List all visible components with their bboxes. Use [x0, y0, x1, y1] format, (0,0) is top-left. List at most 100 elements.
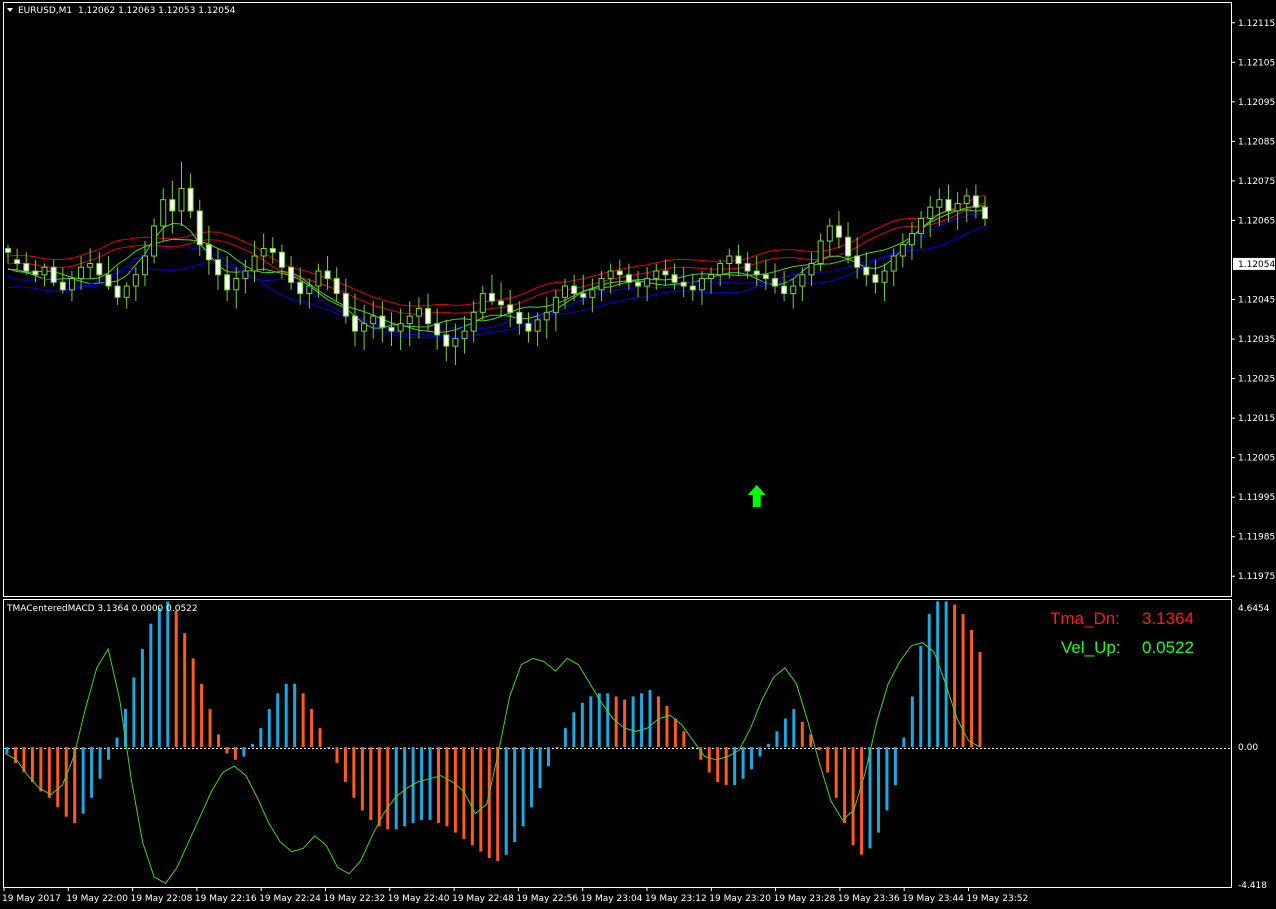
- price-tick-label: 1.11995: [1238, 493, 1275, 503]
- histogram-bar-up: [648, 690, 652, 748]
- price-axis: 1.12115 1.12105 1.12095 1.12085 1.12075 1.120…: [1231, 19, 1275, 582]
- bull-candle: [698, 278, 705, 291]
- histogram-bar-up: [766, 743, 770, 748]
- bear-candle: [945, 199, 952, 212]
- histogram-bar-up: [868, 747, 872, 849]
- bull-candle: [87, 263, 94, 268]
- histogram-bar-down: [800, 721, 804, 748]
- histogram-bar-up: [750, 747, 754, 770]
- bear-candle: [297, 281, 304, 295]
- histogram-bar-up: [276, 693, 280, 748]
- bull-candle: [963, 195, 970, 204]
- histogram-bar-up: [792, 709, 796, 748]
- bull-candle: [470, 311, 477, 332]
- bull-candle: [790, 285, 797, 295]
- bull-candle: [607, 270, 614, 280]
- bull-candle: [68, 278, 75, 291]
- histogram-bar-down: [30, 747, 34, 782]
- bull-candle: [370, 315, 377, 325]
- histogram-bar-down: [225, 747, 229, 754]
- bear-candle: [771, 278, 778, 287]
- time-tick-label: 19 May 23:44: [902, 894, 964, 904]
- histogram-bar-down: [673, 718, 677, 748]
- bull-candle: [890, 255, 897, 272]
- price-tick-label: 1.12105: [1238, 58, 1275, 68]
- histogram-bar-down: [487, 747, 491, 858]
- bull-candle: [78, 266, 85, 280]
- histogram-bar-up: [530, 747, 534, 808]
- histogram-bar-up: [944, 601, 948, 748]
- bull-candle: [132, 274, 139, 287]
- bull-candle: [936, 199, 943, 208]
- histogram-bar-up: [631, 696, 635, 748]
- bull-candle: [589, 289, 596, 298]
- bull-candle: [817, 240, 824, 265]
- histogram-bar-down: [174, 610, 178, 748]
- histogram-bar-down: [851, 747, 855, 846]
- bull-candle: [726, 255, 733, 265]
- histogram-bar-down: [217, 734, 221, 748]
- current-price-label: 1.12054: [1238, 260, 1275, 270]
- histogram-bar-up: [919, 645, 923, 748]
- bear-candle: [205, 244, 212, 261]
- bull-candle: [260, 248, 267, 257]
- bull-candle: [918, 217, 925, 234]
- bull-candle: [361, 323, 368, 332]
- histogram-bar-up: [563, 728, 567, 748]
- time-tick-label: 19 May 22:48: [452, 894, 514, 904]
- histogram-bar-down: [233, 747, 237, 760]
- time-tick-label: 19 May 22:00: [66, 894, 128, 904]
- bear-candle: [224, 274, 231, 291]
- histogram-bar-up: [166, 601, 170, 748]
- bear-candle: [616, 270, 623, 276]
- histogram-bar-up: [394, 747, 398, 830]
- histogram-bar-down: [386, 747, 390, 830]
- price-tick-label: 1.11985: [1238, 533, 1275, 543]
- bull-candle: [479, 293, 486, 313]
- bear-candle: [507, 304, 514, 313]
- histogram-bar-up: [428, 747, 432, 820]
- bull-candle: [534, 319, 541, 332]
- histogram-bar-up: [572, 712, 576, 748]
- time-tick-label: 19 May 23:12: [645, 894, 707, 904]
- bear-candle: [854, 255, 861, 268]
- bear-candle: [744, 263, 751, 272]
- bear-candle: [96, 263, 103, 276]
- histogram-bar-down: [191, 658, 195, 748]
- histogram-bar-up: [132, 677, 136, 748]
- bull-candle: [644, 278, 651, 287]
- histogram-bar-down: [183, 633, 187, 748]
- histogram-bar-down: [453, 747, 457, 833]
- bear-candle: [379, 315, 386, 328]
- histogram-bar-down: [437, 747, 441, 824]
- bear-candle: [187, 187, 194, 212]
- bear-candle: [278, 251, 285, 268]
- histogram-bar-up: [98, 747, 102, 779]
- bear-candle: [333, 278, 340, 295]
- histogram-bar-down: [724, 747, 728, 786]
- bear-candle: [488, 293, 495, 302]
- histogram-bar-up: [157, 607, 161, 748]
- histogram-bar-down: [377, 747, 381, 827]
- bear-candle: [671, 274, 678, 283]
- bear-candle: [434, 323, 441, 336]
- bear-candle: [59, 281, 66, 291]
- histogram-bar-down: [665, 705, 669, 748]
- bull-candle: [653, 270, 660, 280]
- bear-candle: [982, 206, 988, 219]
- time-tick-label: 19 May 23:20: [709, 894, 771, 904]
- histogram-bar-down: [445, 747, 449, 827]
- histogram-bar-down: [318, 728, 322, 748]
- bull-candle: [826, 225, 833, 242]
- histogram-bar-down: [208, 709, 212, 748]
- histogram-bar-up: [741, 747, 745, 779]
- histogram-bar-down: [707, 747, 711, 773]
- chart-header: EURUSD,M1 1.12062 1.12063 1.12053 1.1205…: [7, 6, 236, 16]
- chart-window[interactable]: 1.12115 1.12105 1.12095 1.12085 1.12075 1.120…: [0, 0, 1276, 909]
- histogram-bar-up: [589, 696, 593, 748]
- chart-background: [0, 0, 1276, 909]
- histogram-bar-up: [902, 737, 906, 748]
- histogram-bar-up: [538, 747, 542, 789]
- bull-candle: [543, 311, 550, 321]
- histogram-bar-down: [335, 747, 339, 763]
